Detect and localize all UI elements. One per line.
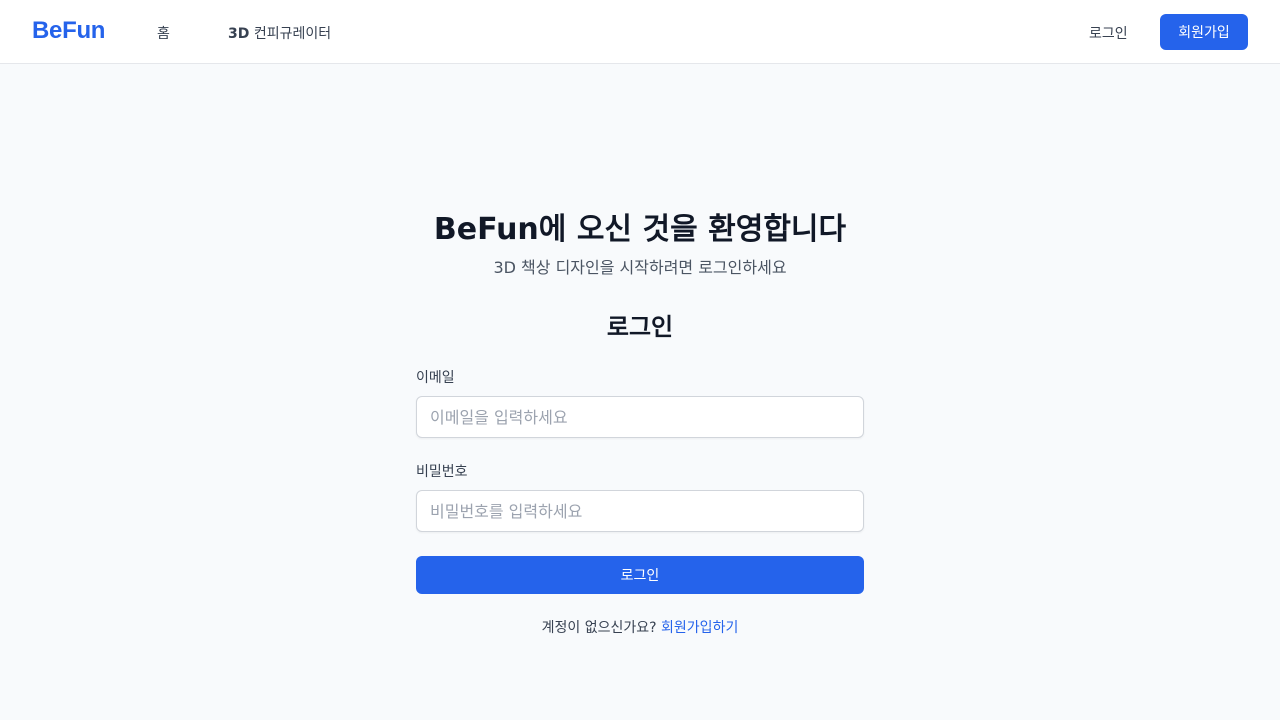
logo[interactable]: BeFun xyxy=(32,17,105,45)
header-login-button[interactable]: 로그인 xyxy=(1089,23,1128,43)
header-signup-button[interactable]: 회원가입 xyxy=(1160,14,1248,50)
nav-link-3d-configurator-prefix: 3D xyxy=(228,26,250,42)
password-input[interactable] xyxy=(416,490,864,532)
welcome-title: BeFun에 오신 것을 환영합니다 xyxy=(433,212,847,247)
email-label: 이메일 xyxy=(416,370,455,386)
no-account-text: 계정이 없으신가요? xyxy=(541,620,657,636)
login-form-title: 로그인 xyxy=(606,313,674,341)
login-submit-button[interactable]: 로그인 xyxy=(416,556,864,594)
nav-link-3d-configurator[interactable]: 3D 컨피규레이터 xyxy=(228,23,331,43)
nav-link-3d-configurator-label: 컨피규레이터 xyxy=(249,26,332,42)
signup-prompt: 계정이 없으신가요? 회원가입하기 xyxy=(0,619,1280,637)
email-input[interactable] xyxy=(416,396,864,438)
top-nav-bar: BeFun 홈 3D 컨피규레이터 로그인 회원가입 xyxy=(0,0,1280,64)
welcome-subtitle: 3D 책상 디자인을 시작하려면 로그인하세요 xyxy=(493,258,787,277)
signup-link[interactable]: 회원가입하기 xyxy=(661,620,738,636)
password-label: 비밀번호 xyxy=(416,464,468,480)
nav-link-home[interactable]: 홈 xyxy=(157,23,170,43)
